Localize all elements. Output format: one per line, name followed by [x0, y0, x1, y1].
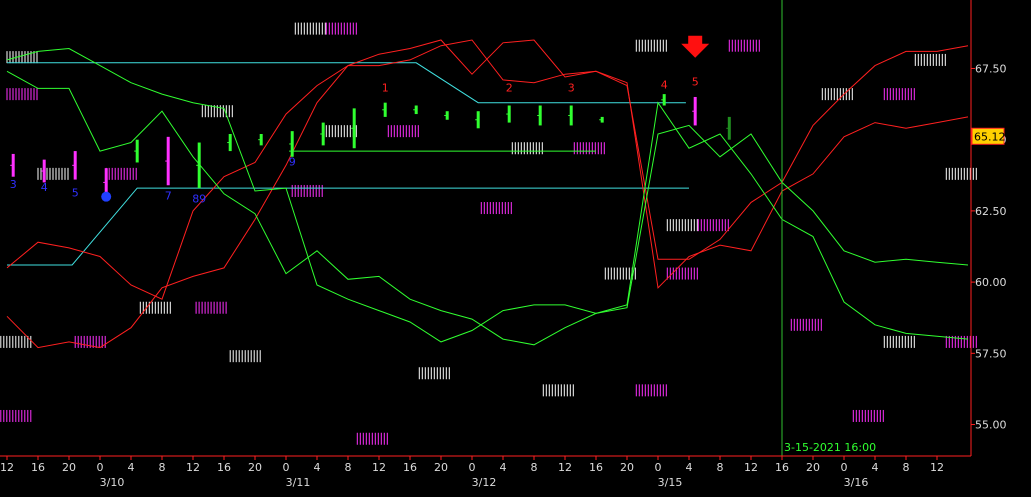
time-tick-label: 12	[372, 461, 386, 474]
price-tick: 55.00	[971, 419, 1007, 432]
time-tick-label: 8	[345, 461, 352, 474]
bar-count-blue: 89	[192, 192, 206, 205]
bar-count-red: 5	[692, 76, 699, 89]
chart-background	[0, 0, 1031, 497]
time-tick-label: 4	[500, 461, 507, 474]
bar-count-blue: 5	[72, 187, 79, 200]
time-tick-label: 8	[159, 461, 166, 474]
time-tick-label: 8	[717, 461, 724, 474]
time-tick-label: 16	[31, 461, 45, 474]
time-tick-label: 12	[930, 461, 944, 474]
bar-count-blue: 9	[289, 155, 296, 168]
bar-count-red: 1	[382, 81, 389, 94]
bar-count-red: 2	[506, 81, 513, 94]
time-tick-label: 16	[589, 461, 603, 474]
time-tick-label: 4	[686, 461, 693, 474]
time-tick-label: 0	[469, 461, 476, 474]
price-tick: 57.50	[971, 347, 1007, 360]
price-chart[interactable]: 3-15-2021 16:00 123453457899 67.5065.006…	[0, 0, 1031, 497]
time-tick-label: 16	[217, 461, 231, 474]
time-tick-label: 16	[403, 461, 417, 474]
bar-count-red: 4	[661, 78, 668, 91]
time-tick-label: 12	[558, 461, 572, 474]
date-label: 3/11	[286, 476, 311, 489]
signal-dot	[101, 191, 112, 202]
time-tick-label: 16	[775, 461, 789, 474]
time-tick-label: 0	[97, 461, 104, 474]
price-tick-label: 55.00	[975, 419, 1007, 432]
bar-count-blue: 4	[41, 181, 48, 194]
price-tick: 60.00	[971, 276, 1007, 289]
time-tick-label: 12	[186, 461, 200, 474]
time-tick-label: 20	[62, 461, 76, 474]
date-label: 3/15	[658, 476, 683, 489]
time-tick-label: 4	[872, 461, 879, 474]
price-tick-label: 67.50	[975, 62, 1007, 75]
bar-count-blue: 3	[10, 178, 17, 191]
time-tick-label: 8	[903, 461, 910, 474]
time-cursor-label: 3-15-2021 16:00	[784, 441, 876, 454]
date-label: 3/10	[100, 476, 125, 489]
time-tick-label: 12	[0, 461, 14, 474]
price-tick-label: 57.50	[975, 347, 1007, 360]
time-tick-label: 12	[744, 461, 758, 474]
time-tick-label: 20	[806, 461, 820, 474]
current-price-tag: 65.12	[971, 127, 1006, 145]
time-tick-label: 0	[283, 461, 290, 474]
time-tick-label: 4	[128, 461, 135, 474]
price-tick-label: 62.50	[975, 205, 1007, 218]
bar-count-red: 3	[568, 81, 575, 94]
time-tick-label: 8	[531, 461, 538, 474]
time-tick-label: 20	[434, 461, 448, 474]
current-price-label: 65.12	[974, 130, 1006, 143]
bar-count-blue: 7	[165, 190, 172, 203]
price-tick: 62.50	[971, 205, 1007, 218]
date-label: 3/12	[472, 476, 497, 489]
date-label: 3/16	[844, 476, 869, 489]
time-tick-label: 4	[314, 461, 321, 474]
price-tick: 67.50	[971, 62, 1007, 75]
time-tick-label: 20	[248, 461, 262, 474]
time-tick-label: 0	[841, 461, 848, 474]
price-tick-label: 60.00	[975, 276, 1007, 289]
time-tick-label: 0	[655, 461, 662, 474]
time-tick-label: 20	[620, 461, 634, 474]
